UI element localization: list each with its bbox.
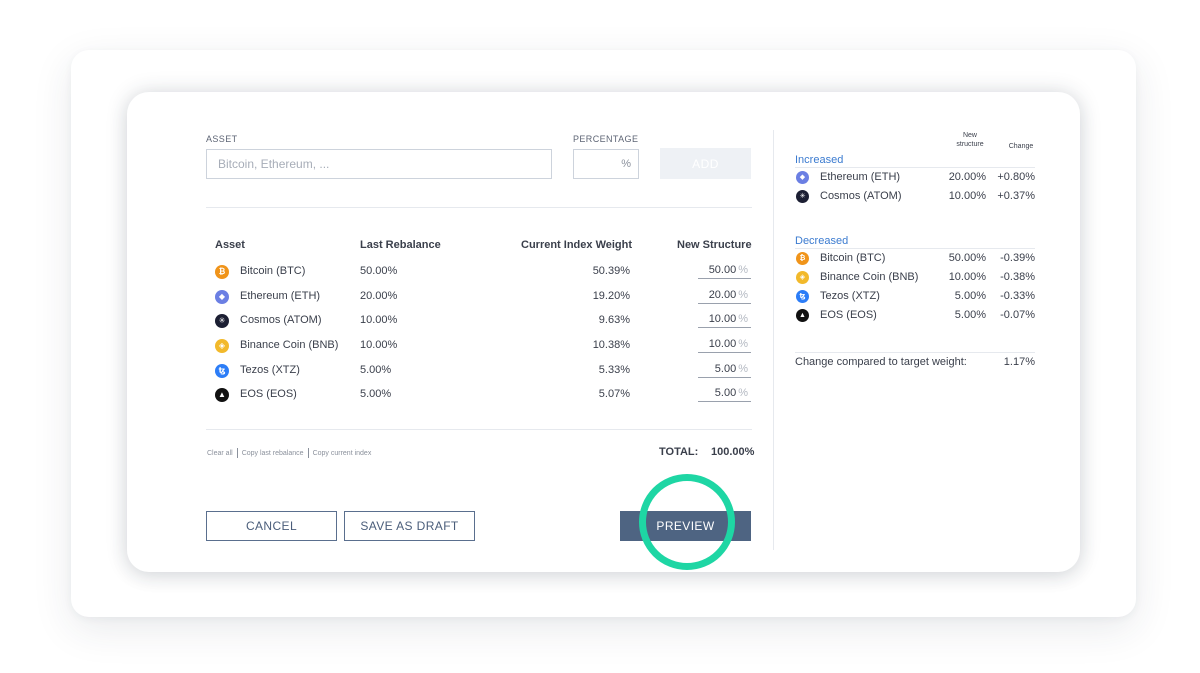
add-button[interactable]: ADD — [660, 148, 751, 179]
new-structure-input[interactable]: 5.00% — [698, 387, 751, 402]
binance-icon: ◈ — [796, 271, 809, 284]
asset-search-input[interactable] — [206, 149, 552, 179]
change-value: +0.80% — [997, 171, 1035, 183]
last-rebalance-value: 50.00% — [360, 265, 398, 277]
asset-name: Bitcoin (BTC) — [240, 265, 306, 277]
asset-name: EOS (EOS) — [240, 388, 297, 400]
current-weight-value: 5.07% — [598, 388, 630, 400]
clear-all-link[interactable]: Clear all — [207, 450, 233, 457]
link-separator — [236, 448, 238, 458]
asset-name: Cosmos (ATOM) — [240, 314, 322, 326]
decreased-title: Decreased — [795, 235, 849, 247]
change-vs-target-value: 1.17% — [1003, 356, 1035, 368]
increased-title: Increased — [795, 154, 844, 166]
new-structure-value: 50.00% — [948, 252, 986, 264]
asset-name: Tezos (XTZ) — [820, 290, 880, 302]
divider — [206, 207, 752, 208]
divider — [206, 429, 752, 430]
bitcoin-icon: ₿ — [796, 252, 809, 265]
header-last-rebalance: Last Rebalance — [360, 239, 441, 251]
current-weight-value: 19.20% — [592, 290, 630, 302]
divider — [795, 352, 1035, 353]
ethereum-icon: ◆ — [215, 290, 229, 304]
copy-last-rebalance-link[interactable]: Copy last rebalance — [242, 450, 304, 457]
cosmos-icon: ✳ — [796, 190, 809, 203]
change-value: -0.07% — [1000, 309, 1035, 321]
asset-name: Binance Coin (BNB) — [820, 271, 919, 283]
cancel-button[interactable]: CANCEL — [206, 511, 337, 541]
summary-header-change: Change — [1008, 143, 1034, 150]
asset-name: EOS (EOS) — [820, 309, 877, 321]
save-as-draft-button[interactable]: SAVE AS DRAFT — [344, 511, 475, 541]
new-structure-input[interactable]: 50.00% — [698, 264, 751, 279]
current-weight-value: 9.63% — [598, 314, 630, 326]
change-value: +0.37% — [997, 190, 1035, 202]
percentage-label: PERCENTAGE — [573, 134, 639, 144]
summary-header-new-structure: New structure — [956, 132, 984, 148]
total-label: TOTAL: — [659, 446, 699, 458]
total-value: 100.00% — [711, 446, 755, 458]
percent-sign: % — [621, 158, 631, 170]
link-separator — [307, 448, 309, 458]
copy-current-index-link[interactable]: Copy current index — [313, 450, 372, 457]
new-structure-value: 20.00% — [948, 171, 986, 183]
bitcoin-icon: ₿ — [215, 265, 229, 279]
current-weight-value: 10.38% — [592, 339, 630, 351]
last-rebalance-value: 5.00% — [360, 388, 392, 400]
new-structure-input[interactable]: 5.00% — [698, 363, 751, 378]
last-rebalance-value: 20.00% — [360, 290, 398, 302]
header-asset: Asset — [215, 239, 245, 251]
cosmos-icon: ✳ — [215, 314, 229, 328]
tezos-icon: ꜩ — [796, 290, 809, 303]
asset-label: ASSET — [206, 134, 238, 144]
asset-name: Bitcoin (BTC) — [820, 252, 886, 264]
asset-name: Tezos (XTZ) — [240, 364, 300, 376]
asset-name: Cosmos (ATOM) — [820, 190, 902, 202]
new-structure-value: 10.00% — [948, 190, 986, 202]
asset-name: Binance Coin (BNB) — [240, 339, 339, 351]
pane-divider — [773, 130, 774, 550]
new-structure-input[interactable]: 10.00% — [698, 313, 751, 328]
preview-button[interactable]: PREVIEW — [620, 511, 751, 541]
new-structure-value: 5.00% — [954, 290, 986, 302]
new-structure-value: 10.00% — [948, 271, 986, 283]
divider — [795, 248, 1035, 249]
ethereum-icon: ◆ — [796, 171, 809, 184]
quick-actions: Clear all Copy last rebalance Copy curre… — [207, 448, 371, 458]
eos-icon: ▲ — [215, 388, 229, 402]
change-value: -0.33% — [1000, 290, 1035, 302]
last-rebalance-value: 10.00% — [360, 339, 398, 351]
change-value: -0.39% — [1000, 252, 1035, 264]
divider — [795, 167, 1035, 168]
last-rebalance-value: 10.00% — [360, 314, 398, 326]
header-current-index-weight: Current Index Weight — [521, 239, 633, 251]
asset-name: Ethereum (ETH) — [820, 171, 901, 183]
current-weight-value: 5.33% — [598, 364, 630, 376]
asset-name: Ethereum (ETH) — [240, 290, 321, 302]
new-structure-input[interactable]: 10.00% — [698, 338, 751, 353]
current-weight-value: 50.39% — [592, 265, 630, 277]
new-structure-value: 5.00% — [954, 309, 986, 321]
change-vs-target-label: Change compared to target weight: — [795, 356, 967, 368]
new-structure-input[interactable]: 20.00% — [698, 289, 751, 304]
header-new-structure: New Structure — [677, 239, 752, 251]
percentage-input[interactable]: % — [573, 149, 639, 179]
tezos-icon: ꜩ — [215, 364, 229, 378]
last-rebalance-value: 5.00% — [360, 364, 392, 376]
binance-icon: ◈ — [215, 339, 229, 353]
eos-icon: ▲ — [796, 309, 809, 322]
change-value: -0.38% — [1000, 271, 1035, 283]
